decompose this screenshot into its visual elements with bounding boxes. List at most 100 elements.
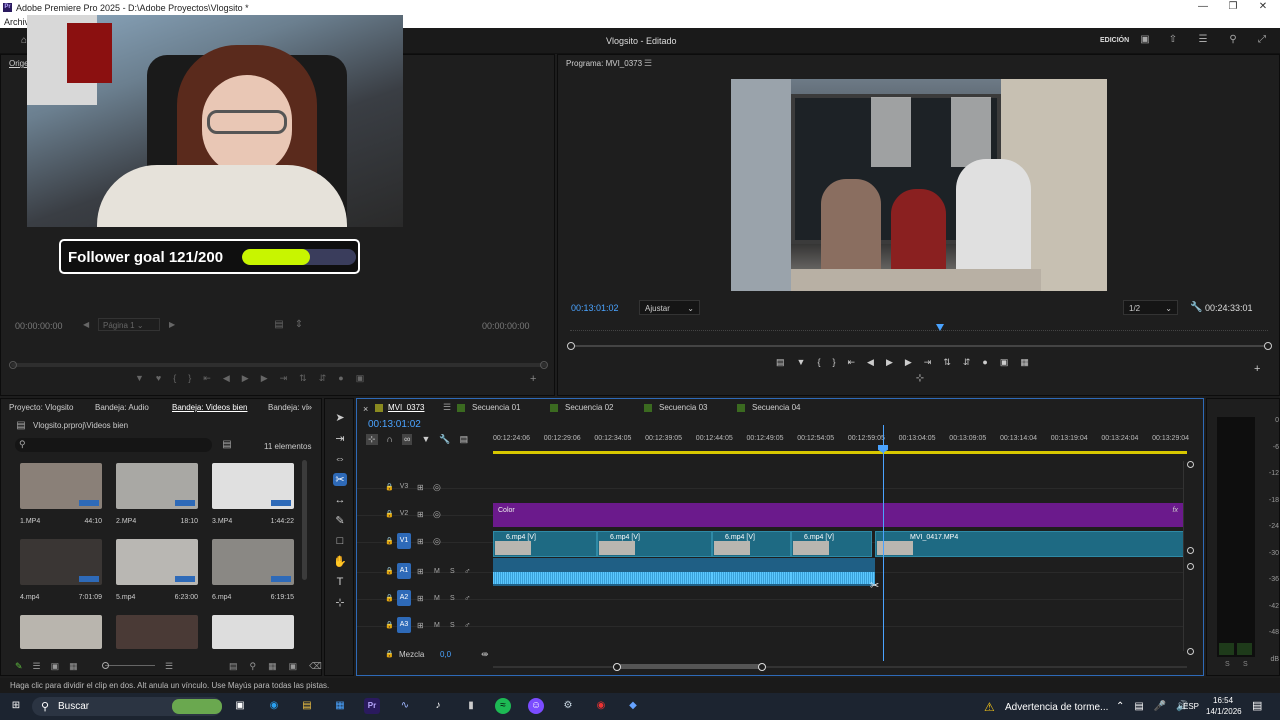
share-icon[interactable]: ⇧: [1166, 34, 1180, 45]
network-icon[interactable]: ▤: [1134, 701, 1143, 712]
sync-lock-icon[interactable]: ⊞: [417, 621, 424, 630]
program-scrubber[interactable]: [570, 345, 1268, 347]
solo-left[interactable]: S: [1225, 661, 1230, 668]
next-page-icon[interactable]: ▶: [169, 320, 175, 329]
weather-text[interactable]: Advertencia de torme...: [1005, 702, 1108, 713]
menu-icon[interactable]: ☰: [1196, 34, 1210, 45]
tab-secuencia-04[interactable]: Secuencia 04: [752, 403, 800, 412]
search-icon[interactable]: ⚲: [1226, 34, 1240, 45]
tab-videos-bien[interactable]: Bandeja: Videos bien: [172, 403, 247, 412]
insert-icon[interactable]: ⇅: [299, 373, 307, 384]
play-icon[interactable]: ▶: [886, 357, 893, 368]
vscroll-handle[interactable]: [1187, 648, 1194, 655]
track-a3-button[interactable]: A3: [397, 617, 411, 633]
lock-icon[interactable]: 🔒: [385, 483, 394, 491]
tiktok-icon[interactable]: ♪: [430, 698, 446, 714]
tab-secuencia-02[interactable]: Secuencia 02: [565, 403, 613, 412]
media-thumbnail[interactable]: [116, 463, 198, 509]
track-a1-button[interactable]: A1: [397, 563, 411, 579]
app-icon[interactable]: ▮: [463, 698, 479, 714]
timeline-hscroll-thumb[interactable]: [617, 664, 762, 669]
track-v1-button[interactable]: V1: [397, 533, 411, 549]
track-v2-button[interactable]: V2: [397, 506, 411, 522]
file-explorer-icon[interactable]: ▤: [299, 698, 315, 714]
notifications-icon[interactable]: ▤: [1252, 699, 1262, 712]
v1-clip[interactable]: 6.mp4 [V]: [597, 531, 712, 557]
vscroll-handle[interactable]: [1187, 563, 1194, 570]
tab-project[interactable]: Proyecto: Vlogsito: [9, 403, 73, 412]
program-playhead[interactable]: [936, 324, 944, 331]
microphone-icon[interactable]: ♂: [464, 566, 471, 576]
lock-icon[interactable]: 🔒: [385, 510, 394, 518]
step-back-icon[interactable]: ◀: [867, 357, 874, 368]
pen-tool-icon[interactable]: ✎: [335, 514, 344, 527]
sync-lock-icon[interactable]: ⊞: [417, 537, 424, 546]
tab-sequence-mvi0373[interactable]: MVI_0373: [388, 403, 424, 412]
hand-tool-icon[interactable]: ✋: [333, 555, 347, 568]
audition-icon[interactable]: ∿: [397, 698, 413, 714]
extract-icon[interactable]: ⇵: [963, 357, 971, 368]
solo-button[interactable]: S: [450, 622, 455, 629]
camera-icon[interactable]: ●: [982, 357, 987, 368]
lock-icon[interactable]: 🔒: [385, 621, 394, 629]
vscroll-handle[interactable]: [1187, 461, 1194, 468]
toggle-icon[interactable]: ▣: [356, 373, 365, 384]
steam-icon[interactable]: ⚙: [560, 698, 576, 714]
eye-icon[interactable]: ◎: [433, 536, 441, 547]
program-scrub-end[interactable]: [1264, 342, 1272, 350]
lock-icon[interactable]: 🔒: [385, 567, 394, 575]
overwrite-icon[interactable]: ⇵: [319, 373, 327, 384]
step-forward-icon[interactable]: ▶: [905, 357, 912, 368]
selection-tool-icon[interactable]: ➤: [335, 411, 344, 424]
v1-clip[interactable]: 6.mp4 [V]: [791, 531, 872, 557]
tab-program[interactable]: Programa: MVI_0373: [566, 59, 642, 68]
store-icon[interactable]: ▦: [332, 698, 348, 714]
lock-icon[interactable]: 🔒: [385, 594, 394, 602]
razor-tool-icon[interactable]: ✂: [333, 473, 347, 486]
lift-extract-icon[interactable]: ⇅: [943, 357, 951, 368]
sync-lock-icon[interactable]: ⊞: [417, 510, 424, 519]
a1-clip[interactable]: [791, 558, 875, 586]
new-bin-icon[interactable]: ▤: [221, 439, 233, 450]
tab-secuencia-01[interactable]: Secuencia 01: [472, 403, 520, 412]
tab-secuencia-03[interactable]: Secuencia 03: [659, 403, 707, 412]
edge-icon[interactable]: ◉: [266, 698, 282, 714]
clock-time[interactable]: 16:54: [1213, 696, 1233, 705]
zoom-tool-icon[interactable]: ⊹: [335, 596, 344, 609]
solo-button[interactable]: S: [450, 595, 455, 602]
add-button-icon[interactable]: +: [530, 373, 536, 385]
captions-icon[interactable]: ▤: [460, 434, 469, 445]
source-scrubber[interactable]: [11, 363, 547, 367]
marker-icon[interactable]: ▼: [797, 357, 806, 368]
rectangle-tool-icon[interactable]: □: [337, 535, 344, 547]
microphone-icon[interactable]: 🎤: [1154, 701, 1166, 712]
timeline-hscroll[interactable]: [493, 666, 1187, 668]
slip-tool-icon[interactable]: ↔: [335, 494, 346, 506]
source-scrub-start[interactable]: [9, 361, 17, 369]
automate-icon[interactable]: ▤: [229, 661, 238, 672]
mute-button[interactable]: M: [434, 622, 440, 629]
lock-icon[interactable]: 🔒: [385, 537, 394, 545]
go-to-out-icon[interactable]: ⇥: [280, 373, 288, 384]
track-select-icon[interactable]: ⇥: [335, 432, 344, 445]
project-scrollbar[interactable]: [302, 460, 307, 580]
add-marker-icon[interactable]: ▼: [421, 434, 430, 445]
zoom-slider-handle[interactable]: [102, 662, 109, 669]
windows-start-icon[interactable]: ⊞: [8, 698, 24, 714]
search-input[interactable]: ⚲: [15, 438, 212, 452]
solo-button[interactable]: S: [450, 568, 455, 575]
track-a2-button[interactable]: A2: [397, 590, 411, 606]
media-thumbnail[interactable]: [20, 615, 102, 649]
vr-icon[interactable]: ▦: [1020, 357, 1029, 368]
marker-icon[interactable]: ♥: [156, 373, 161, 384]
icon-view-icon[interactable]: ▣: [51, 661, 60, 672]
mark-in-icon[interactable]: {: [817, 357, 820, 368]
add-marker-icon[interactable]: ▼: [135, 373, 144, 384]
mark-out-icon[interactable]: }: [832, 357, 835, 368]
play-icon[interactable]: ▶: [242, 373, 249, 384]
playhead-line[interactable]: [883, 425, 884, 661]
solo-right[interactable]: S: [1243, 661, 1248, 668]
track-v3-button[interactable]: V3: [397, 479, 411, 495]
close-icon[interactable]: ✕: [1256, 1, 1270, 14]
list-view-icon[interactable]: ☰: [33, 661, 41, 672]
